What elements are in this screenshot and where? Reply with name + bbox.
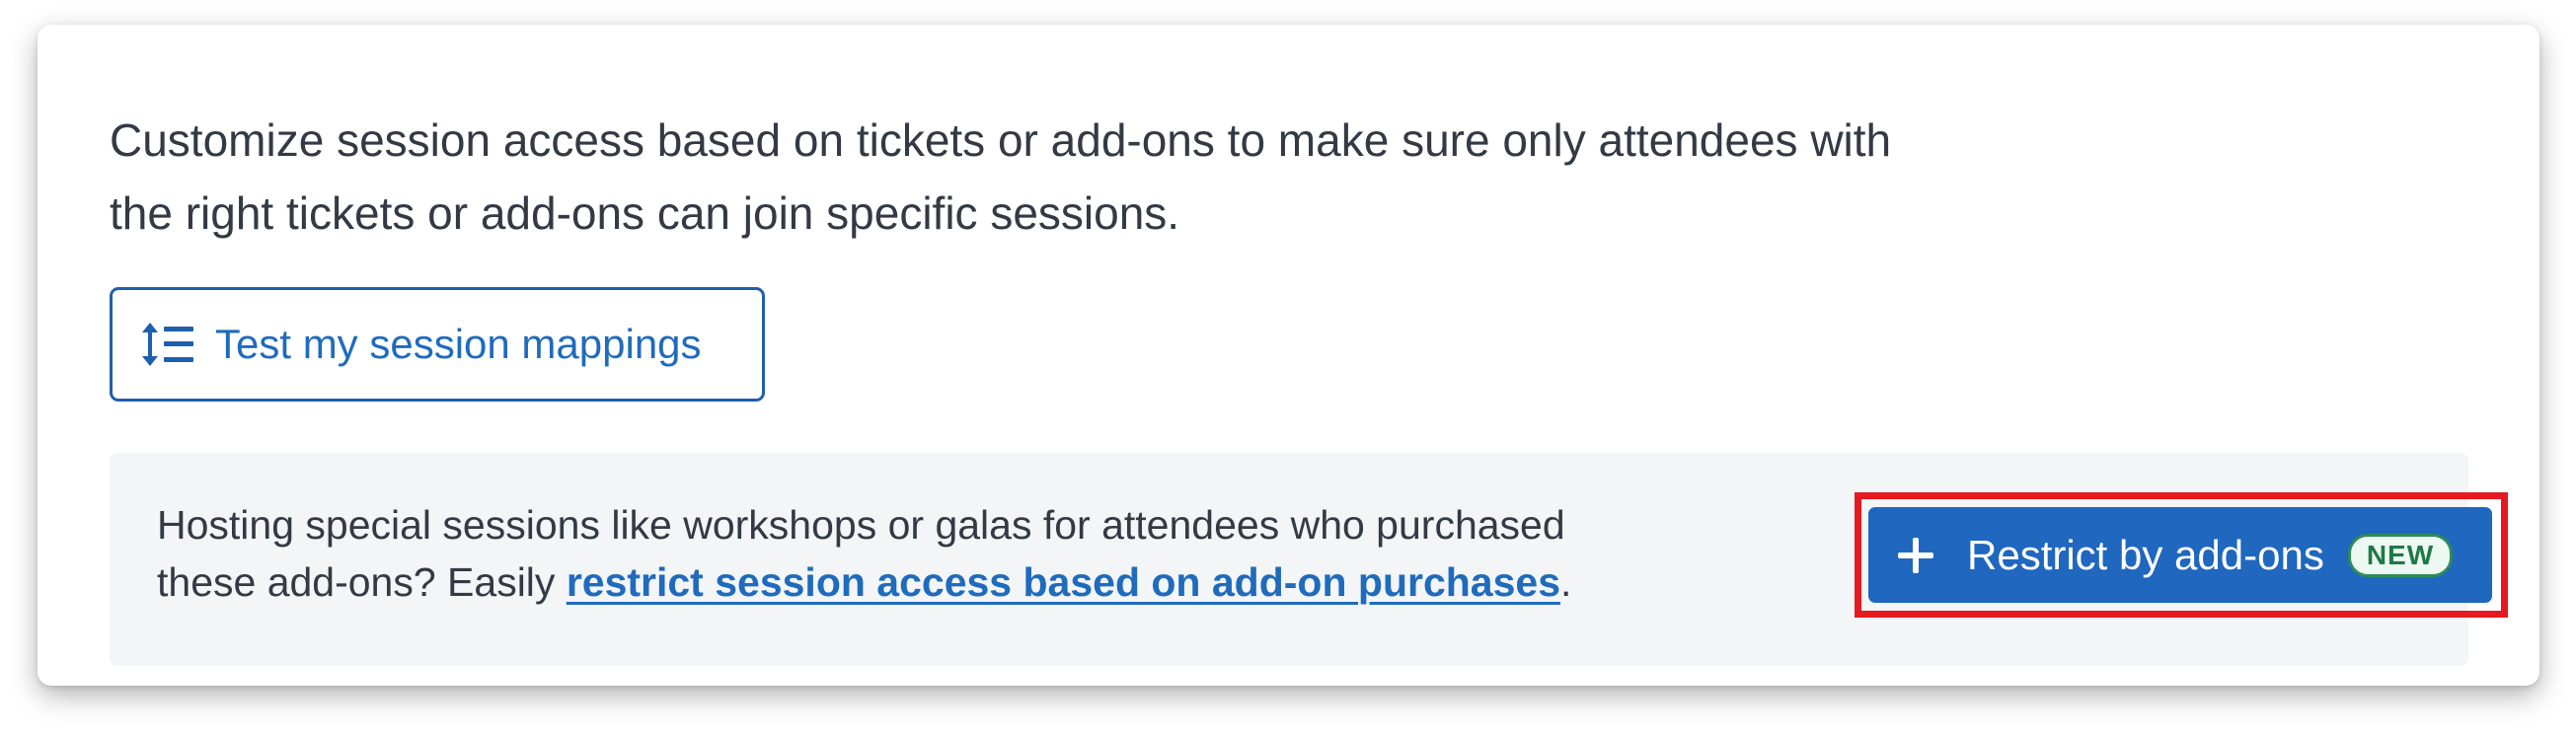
addon-promo-panel: Hosting special sessions like workshops … (110, 453, 2508, 666)
restrict-by-addons-label: Restrict by add-ons (1967, 531, 2324, 578)
plus-icon (1898, 537, 1933, 573)
promo-text: Hosting special sessions like workshops … (157, 496, 1835, 611)
test-session-mappings-label: Test my session mappings (215, 321, 702, 367)
intro-text: Customize session access based on ticket… (110, 104, 2182, 250)
intro-line-2: the right tickets or add-ons can join sp… (110, 187, 1180, 239)
promo-prefix: these add-ons? Easily (157, 559, 567, 605)
new-badge: NEW (2347, 533, 2454, 577)
promo-suffix: . (1560, 559, 1572, 605)
intro-line-1: Customize session access based on ticket… (110, 114, 1892, 166)
promo-line-1: Hosting special sessions like workshops … (157, 502, 1565, 548)
session-access-card: Customize session access based on ticket… (38, 25, 2539, 686)
sort-list-icon (140, 321, 195, 368)
restrict-access-link[interactable]: restrict session access based on add-on … (567, 559, 1560, 605)
test-session-mappings-button[interactable]: Test my session mappings (110, 287, 765, 402)
restrict-by-addons-button[interactable]: Restrict by add-ons NEW (1868, 507, 2492, 603)
